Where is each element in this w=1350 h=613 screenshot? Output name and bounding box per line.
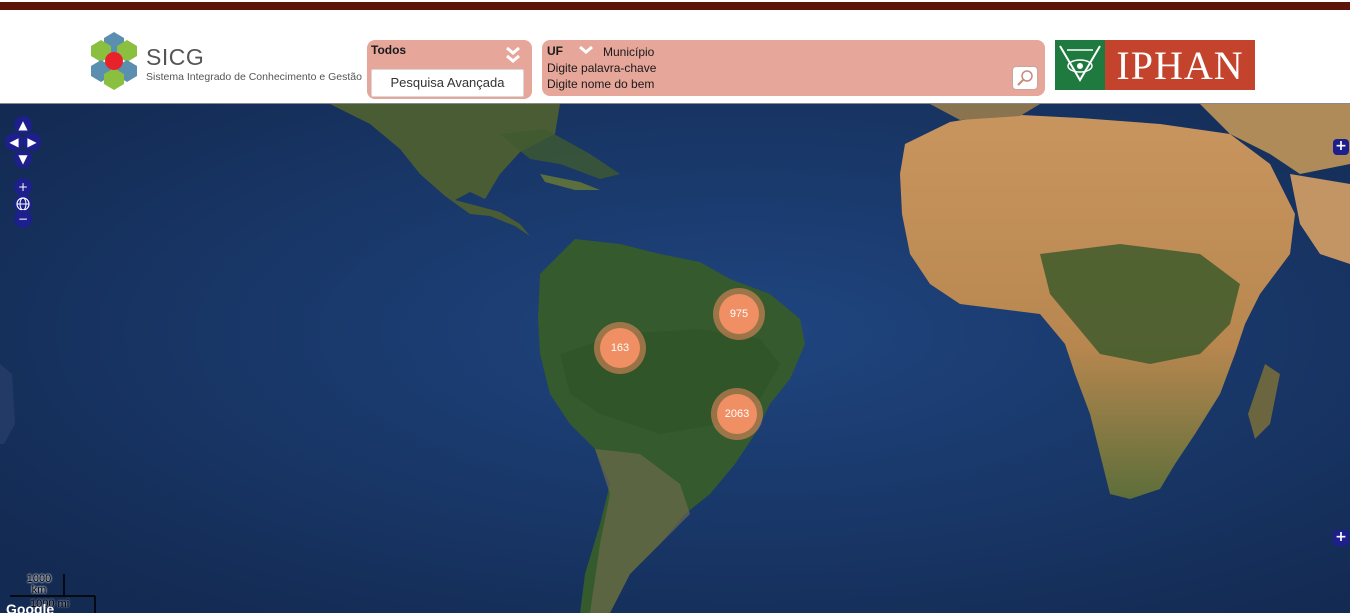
municipio-select[interactable]: Município bbox=[603, 45, 654, 59]
pan-left-button[interactable]: ◀ bbox=[5, 133, 23, 151]
search-icon bbox=[1017, 70, 1033, 86]
zoom-in-button[interactable]: + bbox=[14, 178, 32, 196]
scale-bar: 1000 km 1000 mi Google bbox=[0, 574, 100, 613]
cluster-count: 2063 bbox=[717, 394, 757, 434]
overview-map-toggle[interactable]: + bbox=[1333, 530, 1349, 546]
iphan-emblem-icon bbox=[1055, 40, 1105, 90]
logo-title: SICG bbox=[146, 44, 205, 70]
cluster-marker[interactable]: 975 bbox=[713, 288, 765, 340]
sicg-hexagon-icon bbox=[91, 32, 137, 90]
cluster-count: 163 bbox=[600, 328, 640, 368]
pan-up-button[interactable]: ▲ bbox=[14, 116, 32, 134]
pan-right-button[interactable]: ▶ bbox=[23, 133, 41, 151]
header: SICG Sistema Integrado de Conhecimento e… bbox=[0, 10, 1350, 104]
cluster-marker[interactable]: 2063 bbox=[711, 388, 763, 440]
sicg-logo[interactable]: SICG Sistema Integrado de Conhecimento e… bbox=[86, 30, 362, 90]
layer-switcher-toggle[interactable]: + bbox=[1333, 139, 1349, 155]
cluster-count: 975 bbox=[719, 294, 759, 334]
uf-select[interactable]: UF bbox=[547, 44, 563, 58]
double-chevron-down-icon[interactable] bbox=[504, 42, 522, 66]
top-stripe bbox=[0, 0, 1350, 10]
search-button[interactable] bbox=[1012, 66, 1038, 90]
cluster-marker[interactable]: 163 bbox=[594, 322, 646, 374]
chevron-down-icon[interactable] bbox=[578, 44, 594, 56]
map-view[interactable]: ▲ ◀ ▶ ▼ + − 975 163 2063 + + 1000 km 100… bbox=[0, 104, 1350, 613]
satellite-map[interactable] bbox=[0, 104, 1350, 613]
category-select[interactable]: Todos bbox=[371, 43, 406, 57]
advanced-search-button[interactable]: Pesquisa Avançada bbox=[371, 69, 524, 97]
logo-subtitle: Sistema Integrado de Conhecimento e Gest… bbox=[146, 71, 362, 83]
scale-km-label: 1000 km bbox=[26, 573, 52, 596]
iphan-wordmark: IPHAN bbox=[1105, 40, 1255, 90]
zoom-out-button[interactable]: − bbox=[14, 210, 32, 228]
keyword-input[interactable]: Digite palavra-chave bbox=[547, 61, 656, 75]
filter-panel: Todos Pesquisa Avançada bbox=[367, 40, 532, 99]
bem-name-input[interactable]: Digite nome do bem bbox=[547, 77, 654, 91]
search-panel: UF Município Digite palavra-chave Digite… bbox=[542, 40, 1045, 96]
pan-down-button[interactable]: ▼ bbox=[14, 150, 32, 168]
iphan-logo[interactable]: IPHAN bbox=[1055, 40, 1255, 90]
google-attribution[interactable]: Google bbox=[6, 601, 54, 613]
